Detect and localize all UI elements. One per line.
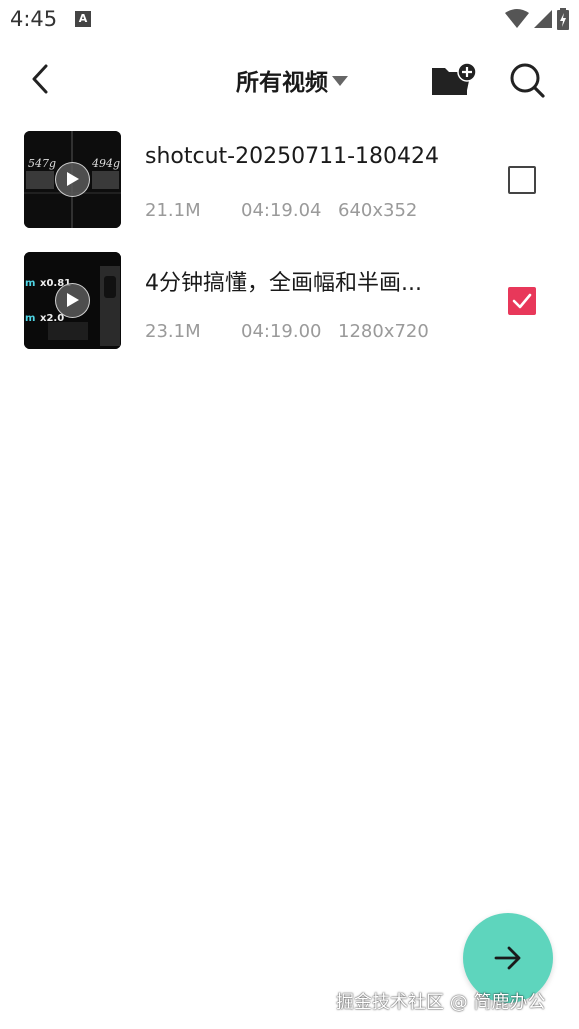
thumb-label-m1: m: [25, 278, 36, 289]
video-size: 23.1M: [145, 321, 201, 342]
video-duration: 04:19.00: [241, 321, 322, 342]
video-list: 547g 494g shotcut-20250711-180424 21.1M 0…: [0, 130, 579, 372]
video-meta: 23.1M 04:19.00 1280x720: [145, 321, 429, 342]
folder-add-icon: [432, 62, 477, 95]
caret-down-icon: [332, 76, 348, 86]
video-list-item[interactable]: m x0.81 m x2.0 4分钟搞懂，全画幅和半画... 23.1M 04:1…: [0, 251, 579, 372]
search-button[interactable]: [505, 60, 549, 100]
notification-icon: A: [75, 11, 91, 27]
status-time: 4:45: [10, 7, 58, 31]
video-thumbnail: m x0.81 m x2.0: [24, 252, 121, 349]
thumb-label-left: 547g: [28, 157, 57, 170]
video-list-item[interactable]: 547g 494g shotcut-20250711-180424 21.1M 0…: [0, 130, 579, 251]
thumb-label-m2: m: [25, 313, 36, 324]
watermark: 掘金技术社区 @ 简鹿办公: [336, 992, 546, 1013]
top-toolbar: 所有视频: [0, 48, 579, 110]
page-title: 所有视频: [236, 70, 328, 96]
video-thumbnail: 547g 494g: [24, 131, 121, 228]
video-resolution: 640x352: [338, 200, 418, 221]
status-bar: 4:45 A: [0, 0, 579, 40]
video-size: 21.1M: [145, 200, 201, 221]
video-meta: 21.1M 04:19.04 640x352: [145, 200, 417, 221]
video-filter-dropdown[interactable]: 所有视频: [236, 60, 349, 100]
search-icon: [510, 63, 545, 98]
wifi-icon: [505, 9, 529, 28]
video-duration: 04:19.04: [241, 200, 322, 221]
battery-charging-icon: [557, 8, 569, 30]
arrow-right-icon: [494, 946, 521, 970]
video-name: 4分钟搞懂，全画幅和半画...: [145, 271, 422, 296]
thumb-label-right: 494g: [92, 157, 121, 170]
play-icon: [55, 283, 90, 318]
video-resolution: 1280x720: [338, 321, 429, 342]
play-icon: [55, 162, 90, 197]
check-icon: [512, 293, 532, 309]
status-icons: [505, 7, 569, 31]
chevron-left-icon: [32, 64, 48, 94]
add-folder-button[interactable]: [429, 60, 481, 100]
signal-icon: [534, 10, 552, 28]
select-checkbox[interactable]: [508, 287, 536, 315]
select-checkbox[interactable]: [508, 166, 536, 194]
thumb-label-x20: x2.0: [40, 313, 65, 324]
video-name: shotcut-20250711-180424: [145, 144, 439, 169]
back-button[interactable]: [22, 60, 62, 100]
